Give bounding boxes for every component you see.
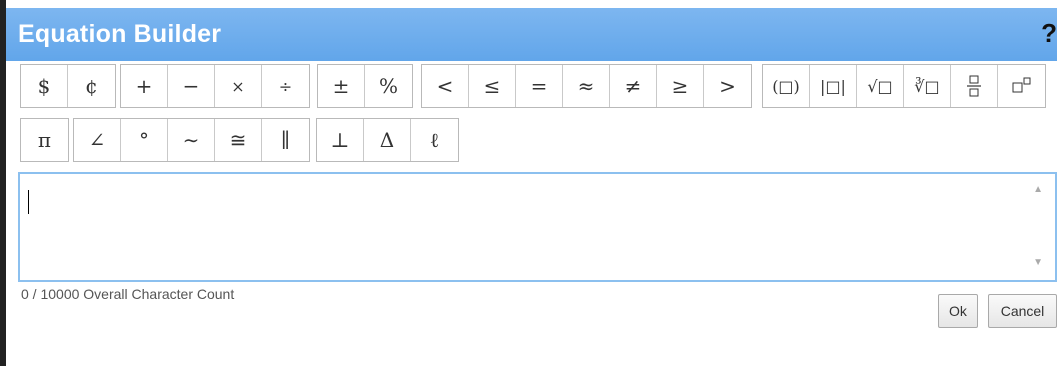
templates-group: (□) |□| √□ ∛□ (762, 64, 1046, 108)
equals-button[interactable]: = (516, 65, 563, 107)
ok-button[interactable]: Ok (938, 294, 978, 328)
parentheses-button[interactable]: (□) (763, 65, 810, 107)
help-button[interactable]: ? (1041, 18, 1057, 49)
percent-button[interactable]: % (365, 65, 412, 107)
text-caret (28, 190, 29, 214)
square-root-button[interactable]: √□ (857, 65, 904, 107)
scroll-down-icon[interactable]: ▼ (1033, 257, 1043, 268)
parallel-button[interactable]: ∥ (262, 119, 309, 161)
script-l-button[interactable]: ℓ (411, 119, 458, 161)
dialog-title: Equation Builder (18, 20, 222, 48)
greater-equal-button[interactable]: ≥ (657, 65, 704, 107)
pi-button[interactable]: π (21, 119, 68, 161)
cent-button[interactable]: ¢ (68, 65, 115, 107)
dollar-button[interactable]: $ (21, 65, 68, 107)
scroll-up-icon[interactable]: ▲ (1033, 184, 1043, 195)
angle-button[interactable]: ∠ (74, 119, 121, 161)
relations-group: < ≤ = ≈ ≠ ≥ > (421, 64, 752, 108)
misc-group: ± % (317, 64, 413, 108)
cancel-button[interactable]: Cancel (988, 294, 1057, 328)
degree-button[interactable]: ° (121, 119, 168, 161)
absolute-value-button[interactable]: |□| (810, 65, 857, 107)
divide-button[interactable]: ÷ (262, 65, 309, 107)
fraction-button[interactable] (951, 65, 998, 107)
less-than-button[interactable]: < (422, 65, 469, 107)
toolbar-row-1: $ ¢ + − × ÷ ± % < ≤ = ≈ ≠ ≥ > (□) |□| √□… (20, 64, 1057, 108)
exponent-button[interactable] (998, 65, 1045, 107)
congruent-button[interactable]: ≅ (215, 119, 262, 161)
perpendicular-button[interactable]: ⊥ (317, 119, 364, 161)
character-count: 0 / 10000 Overall Character Count (21, 286, 235, 302)
multiply-button[interactable]: × (215, 65, 262, 107)
operators-group: + − × ÷ (120, 64, 310, 108)
approx-button[interactable]: ≈ (563, 65, 610, 107)
geometry-group-a: ∠ ° ∼ ≅ ∥ (73, 118, 310, 162)
triangle-button[interactable]: Δ (364, 119, 411, 161)
toolbar-row-2: π ∠ ° ∼ ≅ ∥ ⊥ Δ ℓ (20, 118, 720, 162)
minus-button[interactable]: − (168, 65, 215, 107)
pi-group: π (20, 118, 69, 162)
plus-minus-button[interactable]: ± (318, 65, 365, 107)
similar-button[interactable]: ∼ (168, 119, 215, 161)
geometry-group-b: ⊥ Δ ℓ (316, 118, 459, 162)
plus-button[interactable]: + (121, 65, 168, 107)
currency-group: $ ¢ (20, 64, 116, 108)
equation-editor[interactable]: ▲ ▼ (18, 172, 1057, 282)
fraction-icon (967, 75, 981, 97)
exponent-icon (1012, 77, 1030, 93)
less-equal-button[interactable]: ≤ (469, 65, 516, 107)
dialog-titlebar: Equation Builder ? (6, 0, 1057, 61)
greater-than-button[interactable]: > (704, 65, 751, 107)
not-equal-button[interactable]: ≠ (610, 65, 657, 107)
nth-root-button[interactable]: ∛□ (904, 65, 951, 107)
